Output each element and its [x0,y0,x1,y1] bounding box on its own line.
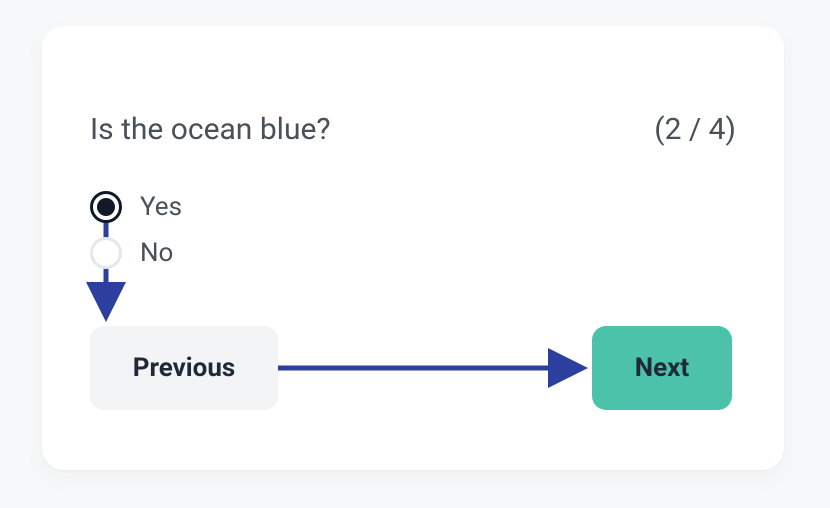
radio-selected-icon [90,191,122,223]
radio-unselected-icon [90,237,122,269]
option-no[interactable]: No [90,230,182,276]
question-text: Is the ocean blue? [90,112,331,147]
previous-button[interactable]: Previous [90,326,278,410]
step-counter: (2 / 4) [654,112,736,147]
next-button[interactable]: Next [592,326,732,410]
next-button-label: Next [635,353,689,383]
option-label: No [140,238,173,268]
options-group: Yes No [90,184,182,276]
card-header: Is the ocean blue? (2 / 4) [90,112,736,147]
previous-button-label: Previous [133,353,236,383]
question-card: Is the ocean blue? (2 / 4) Yes No Previo… [42,26,784,470]
option-label: Yes [140,192,182,222]
option-yes[interactable]: Yes [90,184,182,230]
